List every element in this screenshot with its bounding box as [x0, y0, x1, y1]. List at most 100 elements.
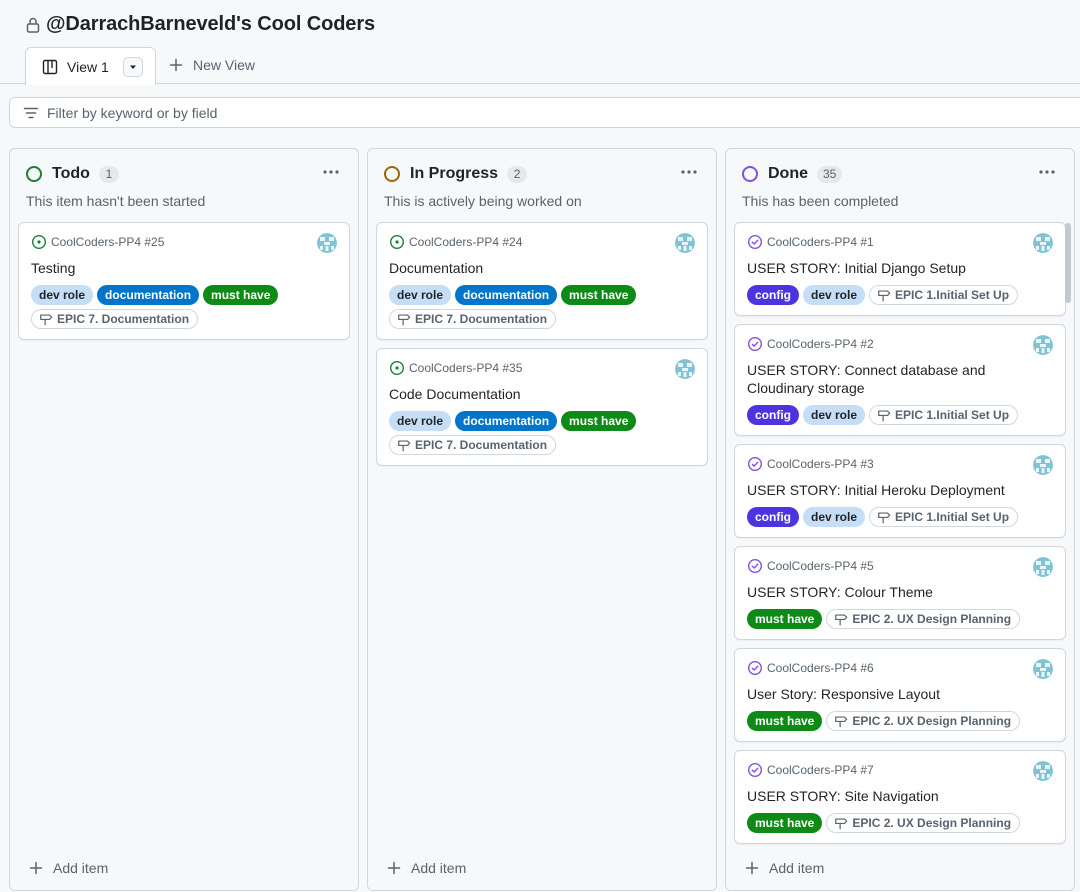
card-title[interactable]: Testing: [31, 259, 337, 277]
label-badge[interactable]: must have: [203, 285, 279, 305]
label-badge[interactable]: documentation: [97, 285, 200, 305]
filter-input[interactable]: [47, 104, 647, 121]
label-badge[interactable]: dev role: [803, 507, 866, 527]
card-title[interactable]: Code Documentation: [389, 385, 695, 403]
label-badge[interactable]: config: [747, 507, 799, 527]
add-item-button[interactable]: Add item: [386, 858, 466, 878]
issue-card[interactable]: CoolCoders-PP4 #25 Testing dev role documen…: [18, 222, 350, 340]
milestone-badge[interactable]: EPIC 7. Documentation: [31, 309, 199, 329]
card-title[interactable]: Documentation: [389, 259, 695, 277]
card-title[interactable]: USER STORY: Initial Django Setup: [747, 259, 1053, 277]
card-title[interactable]: USER STORY: Initial Heroku Deployment: [747, 481, 1053, 499]
label-badge[interactable]: dev role: [389, 411, 452, 431]
new-view-button[interactable]: New View: [168, 57, 255, 73]
card-repo-text: CoolCoders-PP4 #1: [767, 235, 874, 249]
assignee-avatar[interactable]: [1033, 557, 1053, 577]
issue-card[interactable]: CoolCoders-PP4 #5 USER STORY: Colour Them…: [734, 546, 1066, 640]
plus-icon: [29, 861, 43, 875]
milestone-badge[interactable]: EPIC 1.Initial Set Up: [869, 507, 1019, 527]
filter-bar[interactable]: [9, 97, 1080, 128]
milestone-text: EPIC 2. UX Design Planning: [852, 612, 1012, 626]
card-repo-reference: CoolCoders-PP4 #1: [747, 234, 1053, 250]
label-badge[interactable]: dev role: [803, 285, 866, 305]
label-badge[interactable]: documentation: [455, 285, 558, 305]
column-item-count: 2: [507, 165, 528, 183]
card-title[interactable]: USER STORY: Site Navigation: [747, 787, 1053, 805]
card-repo-text: CoolCoders-PP4 #24: [409, 235, 523, 249]
assignee-avatar[interactable]: [675, 359, 695, 379]
issue-card[interactable]: CoolCoders-PP4 #2 USER STORY: Connect dat…: [734, 324, 1066, 436]
board-column-todo: Todo 1 This item hasn't been started Coo…: [9, 148, 359, 891]
assignee-avatar[interactable]: [675, 233, 695, 253]
label-badge[interactable]: config: [747, 405, 799, 425]
assignee-avatar[interactable]: [1033, 335, 1053, 355]
label-badge[interactable]: must have: [747, 813, 823, 833]
milestone-badge[interactable]: EPIC 1.Initial Set Up: [869, 285, 1019, 305]
issue-opened-icon: [389, 360, 405, 376]
milestone-icon: [878, 410, 891, 422]
card-title[interactable]: USER STORY: Colour Theme: [747, 583, 1053, 601]
label-badge[interactable]: dev role: [389, 285, 452, 305]
milestone-badge[interactable]: EPIC 2. UX Design Planning: [826, 813, 1021, 833]
issue-card[interactable]: CoolCoders-PP4 #7 USER STORY: Site Naviga…: [734, 750, 1066, 844]
column-header: Todo 1: [26, 164, 342, 184]
column-cards: CoolCoders-PP4 #1 USER STORY: Initial Dja…: [734, 222, 1066, 852]
issue-card[interactable]: CoolCoders-PP4 #6 User Story: Responsive …: [734, 648, 1066, 742]
label-badge[interactable]: must have: [561, 411, 637, 431]
kebab-horizontal-icon: [323, 170, 339, 174]
issue-card[interactable]: CoolCoders-PP4 #3 USER STORY: Initial Her…: [734, 444, 1066, 538]
column-menu-button[interactable]: [1036, 162, 1058, 182]
milestone-badge[interactable]: EPIC 2. UX Design Planning: [826, 609, 1021, 629]
milestone-badge[interactable]: EPIC 1.Initial Set Up: [869, 405, 1019, 425]
issue-closed-icon: [747, 234, 763, 250]
label-badge[interactable]: dev role: [31, 285, 94, 305]
card-repo-text: CoolCoders-PP4 #25: [51, 235, 165, 249]
column-menu-button[interactable]: [320, 162, 342, 182]
lock-icon: [26, 17, 40, 33]
assignee-avatar[interactable]: [1033, 233, 1053, 253]
issue-card[interactable]: CoolCoders-PP4 #24 Documentation dev role d…: [376, 222, 708, 340]
card-title[interactable]: USER STORY: Connect database and Cloudin…: [747, 361, 1053, 397]
assignee-avatar[interactable]: [1033, 455, 1053, 475]
milestone-badge[interactable]: EPIC 2. UX Design Planning: [826, 711, 1021, 731]
label-badge[interactable]: must have: [747, 711, 823, 731]
column-name: Todo: [52, 165, 90, 182]
label-badge[interactable]: dev role: [803, 405, 866, 425]
card-repo-text: CoolCoders-PP4 #7: [767, 763, 874, 777]
issue-card[interactable]: CoolCoders-PP4 #1 USER STORY: Initial Dja…: [734, 222, 1066, 316]
label-badge[interactable]: must have: [561, 285, 637, 305]
card-labels: config dev role EPIC 1.Initial Set Up: [747, 507, 1053, 527]
tab-view-1[interactable]: View 1: [25, 47, 156, 85]
milestone-icon: [835, 716, 848, 728]
card-title[interactable]: User Story: Responsive Layout: [747, 685, 1053, 703]
assignee-avatar[interactable]: [317, 233, 337, 253]
column-menu-button[interactable]: [678, 162, 700, 182]
status-circle-icon: [742, 166, 758, 182]
add-item-button[interactable]: Add item: [28, 858, 108, 878]
column-scrollbar[interactable]: [1065, 223, 1071, 303]
column-name: Done: [768, 165, 808, 182]
issue-opened-icon: [389, 234, 405, 250]
label-badge[interactable]: documentation: [455, 411, 558, 431]
triangle-down-icon: [129, 65, 136, 69]
assignee-avatar[interactable]: [1033, 761, 1053, 781]
assignee-avatar[interactable]: [1033, 659, 1053, 679]
column-header: Done 35: [742, 164, 1058, 184]
card-repo-reference: CoolCoders-PP4 #7: [747, 762, 1053, 778]
milestone-badge[interactable]: EPIC 7. Documentation: [389, 309, 557, 329]
view-options-button[interactable]: [122, 56, 143, 77]
column-cards: CoolCoders-PP4 #24 Documentation dev role d…: [376, 222, 708, 474]
project-header: @DarrachBarneveld's Cool Coders View 1 N…: [0, 0, 1080, 85]
milestone-icon: [835, 614, 848, 626]
card-labels: config dev role EPIC 1.Initial Set Up: [747, 405, 1053, 425]
card-repo-reference: CoolCoders-PP4 #3: [747, 456, 1053, 472]
card-labels: dev role documentation must have EPIC 7. Do…: [389, 285, 695, 329]
milestone-badge[interactable]: EPIC 7. Documentation: [389, 435, 557, 455]
label-badge[interactable]: config: [747, 285, 799, 305]
card-labels: must have EPIC 2. UX Design Planning: [747, 609, 1053, 629]
column-item-count: 1: [98, 165, 119, 183]
kebab-horizontal-icon: [1039, 170, 1055, 174]
label-badge[interactable]: must have: [747, 609, 823, 629]
issue-card[interactable]: CoolCoders-PP4 #35 Code Documentation dev …: [376, 348, 708, 466]
add-item-button[interactable]: Add item: [744, 858, 824, 878]
